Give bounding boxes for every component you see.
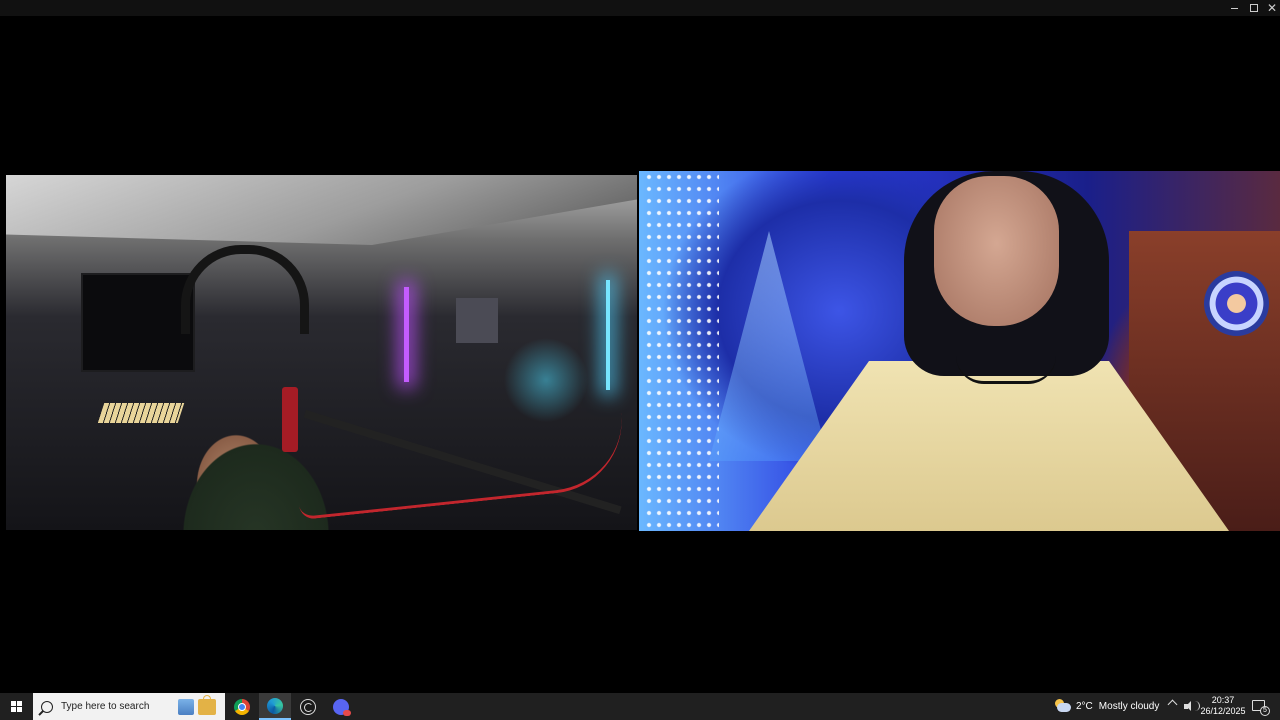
search-placeholder: Type here to search — [61, 701, 150, 712]
start-button[interactable] — [0, 693, 32, 720]
close-button[interactable]: ✕ — [1262, 0, 1280, 16]
windows-logo-icon — [10, 701, 22, 712]
maximize-icon — [1250, 4, 1258, 12]
string-lights — [644, 171, 719, 531]
taskbar-search-box[interactable]: Type here to search — [33, 693, 225, 720]
midi-keyboard — [97, 403, 185, 423]
headphones — [181, 245, 309, 334]
light-tree — [709, 231, 829, 461]
discord-icon — [333, 698, 351, 716]
minimize-button[interactable] — [1224, 0, 1244, 16]
maximize-button[interactable] — [1244, 0, 1264, 16]
taskbar-clock[interactable]: 20:37 26/12/2025 — [1198, 695, 1248, 717]
news-icon[interactable] — [178, 699, 194, 715]
clock-time: 20:37 — [1211, 695, 1235, 705]
ceiling — [6, 175, 637, 245]
taskbar-app-discord[interactable] — [325, 693, 357, 720]
taskbar-app-chrome[interactable] — [226, 693, 258, 720]
video-feed-left[interactable] — [6, 175, 637, 530]
minimize-icon — [1230, 7, 1238, 9]
taskbar-app-obs[interactable] — [292, 693, 324, 720]
search-icon — [41, 700, 53, 713]
clock-date: 26/12/2025 — [1200, 706, 1246, 716]
weather-condition: Mostly cloudy — [1098, 701, 1160, 712]
obs-icon — [300, 698, 316, 715]
neon-light-cyan — [606, 280, 610, 390]
choker-necklace — [956, 356, 1056, 384]
wall-poster — [456, 298, 498, 343]
taskbar-app-edge[interactable] — [259, 693, 291, 720]
computer-monitor — [81, 273, 195, 372]
face — [934, 176, 1059, 326]
window-title-bar — [0, 0, 1280, 16]
edge-icon — [267, 697, 283, 714]
weather-widget[interactable]: 2°C Mostly cloudy — [1076, 693, 1159, 720]
evil-eye-decoration — [1204, 271, 1269, 336]
video-feed-right[interactable] — [639, 171, 1280, 531]
weather-temperature: 2°C — [1076, 701, 1093, 712]
notification-count-badge: 5 — [1260, 706, 1270, 716]
close-icon: ✕ — [1266, 1, 1278, 15]
partly-cloudy-icon[interactable] — [1054, 699, 1071, 713]
neon-light-pink — [404, 287, 409, 382]
store-icon[interactable] — [198, 695, 216, 715]
microphone — [282, 387, 298, 452]
chrome-icon — [234, 698, 250, 715]
